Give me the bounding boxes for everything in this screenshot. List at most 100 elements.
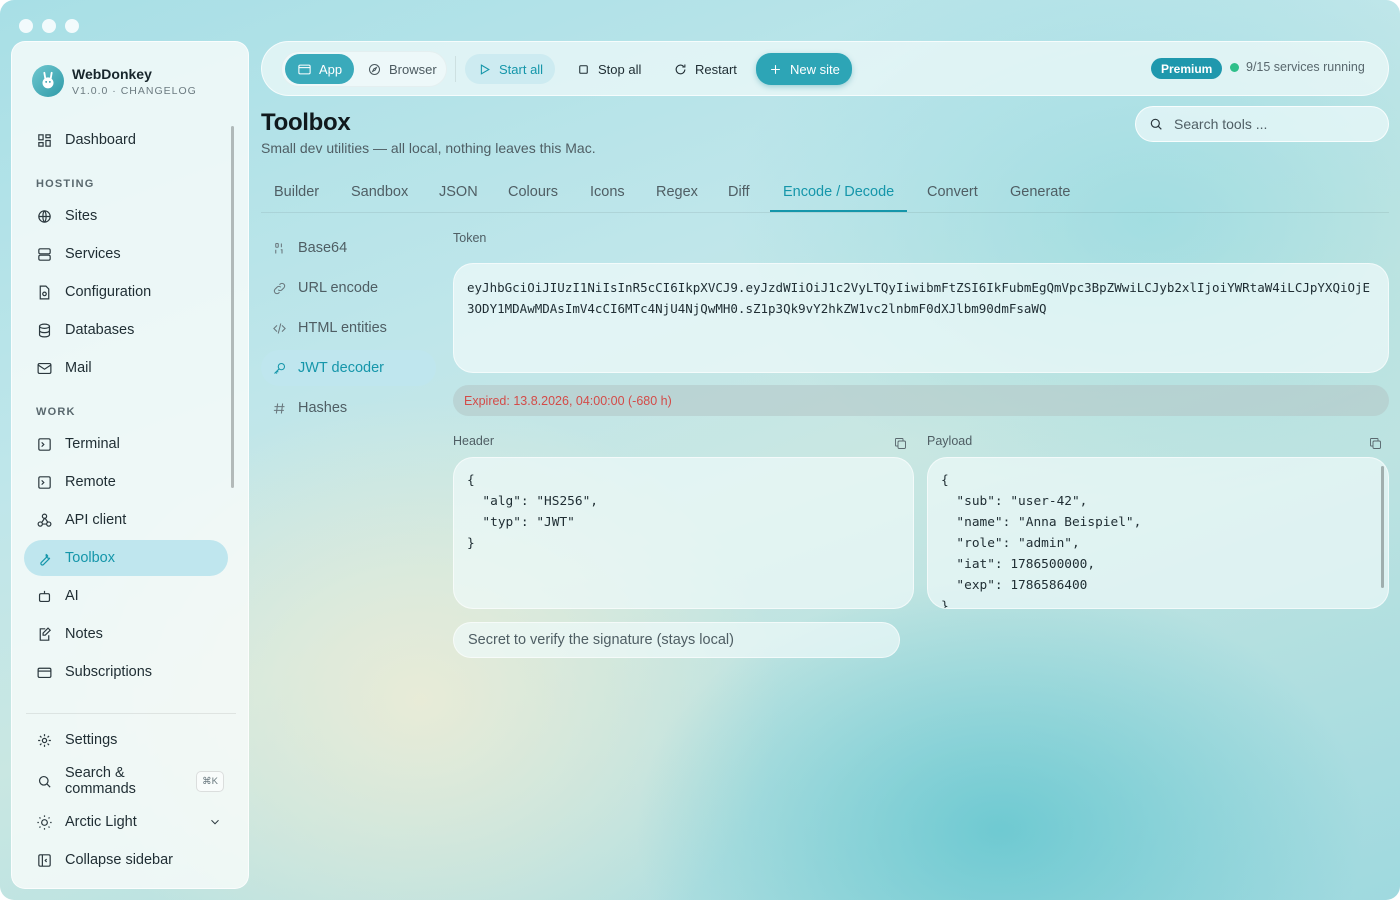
sidebar-item-label: Notes <box>65 626 103 642</box>
link-icon <box>273 282 286 294</box>
toolbox-tabs: Builder Sandbox JSON Colours Icons Regex… <box>261 174 1389 213</box>
new-site-label: New site <box>790 61 840 77</box>
version-changelog-link[interactable]: V1.0.0 · CHANGELOG <box>72 85 197 97</box>
sidebar-item-remote[interactable]: Remote <box>24 464 228 500</box>
sidebar-item-label: Configuration <box>65 284 152 300</box>
expiry-status-banner: Expired: 13.8.2026, 04:00:00 (-680 h) <box>453 385 1389 416</box>
tool-item-url-encode[interactable]: URL encode <box>261 270 436 306</box>
sidebar-item-services[interactable]: Services <box>24 236 228 272</box>
tab-encode-decode[interactable]: Encode / Decode <box>770 174 908 212</box>
brand[interactable]: WebDonkey V1.0.0 · CHANGELOG <box>32 65 197 97</box>
tool-item-html-entities[interactable]: HTML entities <box>261 310 436 346</box>
secret-field[interactable] <box>453 622 900 658</box>
minimize-window-button[interactable] <box>42 19 56 33</box>
sidebar-item-label: Mail <box>65 360 92 376</box>
tab-colours[interactable]: Colours <box>495 174 571 212</box>
sidebar-item-label: Remote <box>65 474 116 490</box>
tool-label: Base64 <box>298 240 348 256</box>
stop-all-button[interactable]: Stop all <box>564 54 653 84</box>
token-label: Token <box>453 231 487 245</box>
tool-label: JWT decoder <box>298 360 384 376</box>
sidebar-item-api-client[interactable]: API client <box>24 502 228 538</box>
sidebar-item-label: Search & commands <box>65 765 136 797</box>
tool-label: Hashes <box>298 400 348 416</box>
start-all-label: Start all <box>499 61 544 77</box>
sidebar-item-sites[interactable]: Sites <box>24 198 228 234</box>
window-controls <box>19 19 79 33</box>
server-icon <box>38 247 51 261</box>
sidebar-item-configuration[interactable]: Configuration <box>24 274 228 310</box>
start-all-button[interactable]: Start all <box>465 54 556 84</box>
tab-builder[interactable]: Builder <box>261 174 332 212</box>
new-site-button[interactable]: New site <box>756 53 852 85</box>
remote-terminal-icon <box>38 475 51 489</box>
payload-label: Payload <box>927 434 973 448</box>
app-mode-button[interactable]: App <box>285 54 355 84</box>
sidebar-item-terminal[interactable]: Terminal <box>24 426 228 462</box>
plus-icon <box>771 64 780 74</box>
tab-convert[interactable]: Convert <box>914 174 991 212</box>
tab-diff[interactable]: Diff <box>715 174 763 212</box>
tool-search[interactable] <box>1135 106 1389 142</box>
file-cog-icon <box>39 285 50 299</box>
sidebar-item-settings[interactable]: Settings <box>24 722 228 758</box>
token-input[interactable]: eyJhbGciOiJIUzI1NiIsInR5cCI6IkpXVCJ9.eyJ… <box>453 263 1389 373</box>
sidebar-item-databases[interactable]: Databases <box>24 312 228 348</box>
premium-badge[interactable]: Premium <box>1151 58 1223 79</box>
sidebar-item-notes[interactable]: Notes <box>24 616 228 652</box>
sidebar-item-label: Services <box>65 246 121 262</box>
mail-icon <box>37 362 52 374</box>
browser-mode-button[interactable]: Browser <box>355 54 449 84</box>
app-name: WebDonkey <box>72 65 152 82</box>
tool-item-base64[interactable]: Base64 <box>261 230 436 266</box>
sidebar-divider <box>26 713 236 714</box>
terminal-icon <box>38 437 51 451</box>
tab-sandbox[interactable]: Sandbox <box>338 174 421 212</box>
secret-input[interactable] <box>468 632 888 648</box>
restart-button[interactable]: Restart <box>661 54 749 84</box>
search-tools-input[interactable] <box>1174 116 1374 132</box>
sidebar-item-mail[interactable]: Mail <box>24 350 228 386</box>
database-icon <box>38 323 51 337</box>
sidebar: WebDonkey V1.0.0 · CHANGELOG Dashboard H… <box>11 41 249 889</box>
collapse-sidebar-button[interactable]: Collapse sidebar <box>24 842 228 878</box>
donkey-logo-icon <box>32 65 64 97</box>
tab-json[interactable]: JSON <box>426 174 491 212</box>
payload-output[interactable]: { "sub": "user-42", "name": "Anna Beispi… <box>927 457 1389 609</box>
sidebar-scrollbar[interactable] <box>231 126 234 488</box>
dashboard-icon <box>38 133 51 147</box>
globe-icon <box>38 209 51 223</box>
services-status[interactable]: 9/15 services running <box>1230 60 1365 74</box>
sidebar-item-search-commands[interactable]: Search & commands ⌘K <box>24 763 228 799</box>
tool-item-hashes[interactable]: Hashes <box>261 390 436 426</box>
sidebar-item-subscriptions[interactable]: Subscriptions <box>24 654 228 690</box>
zoom-window-button[interactable] <box>65 19 79 33</box>
theme-selector[interactable]: Arctic Light <box>24 804 228 840</box>
section-label-work: WORK <box>36 406 76 418</box>
sidebar-item-toolbox[interactable]: Toolbox <box>24 540 228 576</box>
header-output[interactable]: { "alg": "HS256", "typ": "JWT" } <box>453 457 914 609</box>
copy-header-button[interactable] <box>893 436 908 451</box>
close-window-button[interactable] <box>19 19 33 33</box>
code-icon <box>273 322 286 334</box>
sidebar-item-ai[interactable]: AI <box>24 578 228 614</box>
square-icon <box>579 64 588 74</box>
top-toolbar: App Browser Start all Stop all Restart N… <box>261 41 1389 96</box>
key-icon <box>274 362 286 374</box>
tool-item-jwt-decoder[interactable]: JWT decoder <box>261 350 436 386</box>
header-label: Header <box>453 434 494 448</box>
copy-icon <box>895 438 906 449</box>
tab-generate[interactable]: Generate <box>997 174 1083 212</box>
copy-payload-button[interactable] <box>1368 436 1383 451</box>
sidebar-item-label: Databases <box>65 322 135 338</box>
sun-icon <box>37 814 52 830</box>
payload-scrollbar[interactable] <box>1381 466 1384 588</box>
sidebar-item-dashboard[interactable]: Dashboard <box>24 122 228 158</box>
section-label-hosting: HOSTING <box>36 178 95 190</box>
sidebar-item-label: Settings <box>65 732 118 748</box>
sidebar-item-label: Toolbox <box>65 550 115 566</box>
tab-icons[interactable]: Icons <box>577 174 638 212</box>
tab-regex[interactable]: Regex <box>643 174 711 212</box>
sidebar-item-label: Sites <box>65 208 98 224</box>
search-icon <box>38 775 51 788</box>
